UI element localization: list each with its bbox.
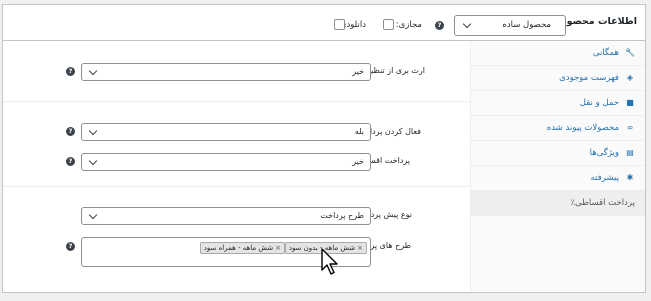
chevron-down-icon [462,19,472,29]
plan-chip[interactable]: ×شش ماهه - همراه سود [199,242,285,254]
list-icon: ▤ [626,148,634,157]
tab-label: پیشرفته [590,173,619,183]
help-icon[interactable]: ? [66,127,75,136]
virtual-checkbox[interactable] [383,19,394,30]
tab-label: حمل و نقل [579,98,619,108]
tab-label: فهرست موجودی [559,73,619,83]
tag-icon: ◈ [626,73,634,82]
tab-linked-products[interactable]: ∞ محصولات پیوند شده [470,116,645,141]
tab-shipping[interactable]: ■ حمل و نقل [470,91,645,116]
panel-header: اطلاعات محصول — محصول ساده ? مجازی: دانل… [3,5,645,41]
product-tabs-sidebar: 🔧 همگانی ◈ فهرست موجودی ■ حمل و نقل ∞ مح… [470,41,645,292]
select-value: خیر [352,157,364,166]
section-divider [3,186,470,187]
mandatory-installment-select[interactable]: خیر [81,153,371,171]
tab-advanced[interactable]: ✱ پیشرفته [470,166,645,191]
product-type-value: محصول ساده [502,20,551,30]
wrench-icon: 🔧 [625,48,635,57]
help-icon[interactable]: ? [66,67,75,76]
chevron-down-icon [88,210,98,220]
select-value: بله [354,127,364,136]
chevron-down-icon [88,66,98,76]
help-icon[interactable]: ? [66,157,75,166]
tab-label: همگانی [592,48,619,58]
gear-icon: ✱ [626,173,634,182]
panel-title: اطلاعات محصول [558,16,637,27]
tab-inventory[interactable]: ◈ فهرست موجودی [470,66,645,91]
downloadable-checkbox[interactable] [334,19,345,30]
chevron-down-icon [88,156,98,166]
chip-label: شش ماهه - همراه سود [203,244,274,252]
virtual-label: مجازی: [395,20,422,30]
remove-chip-icon[interactable]: × [275,244,281,252]
tab-general[interactable]: 🔧 همگانی [470,41,645,66]
tab-label: پرداخت اقساطی٪ [570,198,635,208]
truck-icon: ■ [626,98,634,107]
enable-installment-select[interactable]: بله [81,123,371,141]
tab-label: محصولات پیوند شده [546,123,619,133]
remove-chip-icon[interactable]: × [357,244,363,252]
mouse-pointer-icon [321,248,338,275]
tab-attributes[interactable]: ▤ ویژگی‌ها [470,141,645,166]
store-settings-select[interactable]: خیر [81,63,371,81]
select-value: خیر [352,67,364,76]
select-value: طرح پرداخت [320,211,364,220]
prepayment-type-select[interactable]: طرح پرداخت [81,207,371,225]
product-type-select[interactable]: محصول ساده [454,15,566,36]
tab-installment[interactable]: پرداخت اقساطی٪ [470,191,645,216]
section-divider [3,101,470,102]
help-icon[interactable]: ? [435,21,444,30]
tab-label: ویژگی‌ها [589,148,619,158]
link-icon: ∞ [626,123,634,132]
help-icon[interactable]: ? [66,242,75,251]
chevron-down-icon [88,126,98,136]
